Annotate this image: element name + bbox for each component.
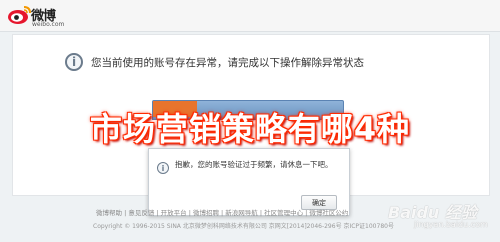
info-icon: i <box>157 162 169 174</box>
weibo-eye-icon <box>8 6 31 24</box>
overlay-title: 市场营销策略有哪4种 <box>89 110 411 148</box>
footer-links[interactable]: 微博帮助 | 意见反馈 | 开放平台 | 微博招聘 | 新浪网导航 | 社区管理… <box>96 207 348 217</box>
weibo-logo[interactable]: 微博 weibo.com <box>7 4 77 30</box>
info-icon: i <box>65 53 83 71</box>
brand-domain: weibo.com <box>32 21 65 28</box>
footer-copyright: Copyright © 1996-2015 SINA 北京微梦创科网络技术有限公… <box>93 223 394 230</box>
watermark-url: jingyan.baidu.com <box>414 220 488 229</box>
top-bar: 微博 weibo.com <box>0 0 500 32</box>
dialog-message: 抱歉，您的账号验证过于频繁，请休息一下吧。 <box>175 160 333 169</box>
notice-text: 您当前使用的账号存在异常，请完成以下操作解除异常状态 <box>91 56 364 69</box>
account-notice: i 您当前使用的账号存在异常，请完成以下操作解除异常状态 <box>65 50 364 74</box>
